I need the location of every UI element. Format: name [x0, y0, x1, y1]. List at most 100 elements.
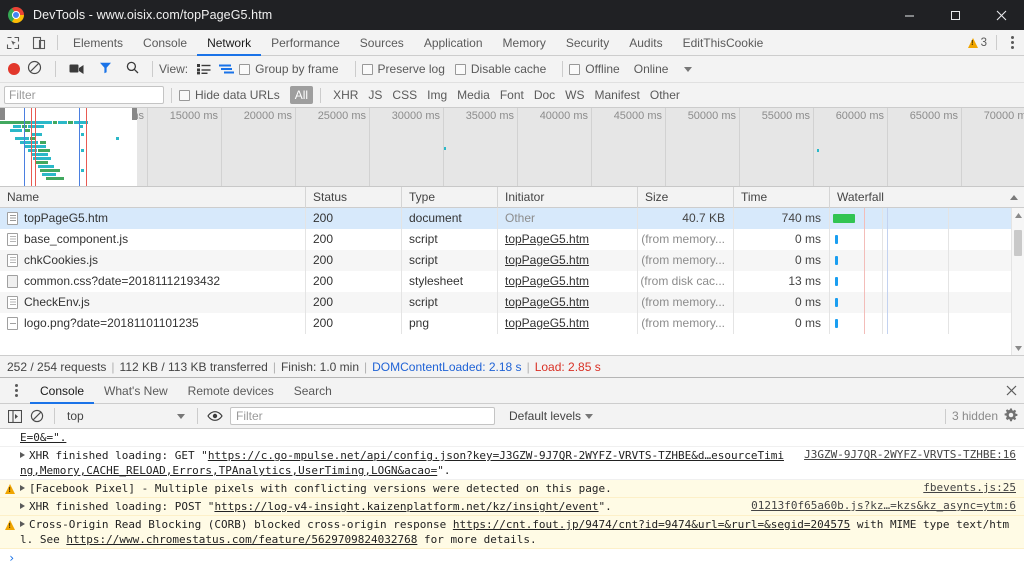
console-log-url-continued[interactable]: ng,Memory,CACHE_RELOAD,Errors,TPAnalytic… — [20, 464, 437, 477]
filter-type-xhr[interactable]: XHR — [328, 86, 363, 104]
waterfall-view-icon[interactable] — [219, 63, 235, 75]
warning-count-indicator[interactable]: 3 — [964, 37, 991, 49]
expand-arrow-icon[interactable] — [20, 503, 25, 509]
tab-application[interactable]: Application — [414, 30, 493, 56]
console-log-levels-dropdown[interactable]: Default levels — [509, 409, 594, 423]
table-row[interactable]: topPageG5.htm 200 document Other 40.7 KB… — [0, 208, 1024, 229]
offline-checkbox[interactable]: Offline — [569, 62, 620, 76]
console-clipped-text[interactable]: E=0&=". — [20, 431, 66, 444]
clear-console-icon[interactable] — [26, 405, 48, 427]
console-message-log-2[interactable]: XHR finished loading: POST "https://log-… — [0, 498, 1024, 516]
console-message-corb-warning[interactable]: Cross-Origin Read Blocking (CORB) blocke… — [0, 516, 1024, 549]
inspect-element-icon[interactable] — [0, 30, 26, 56]
close-button[interactable] — [978, 0, 1024, 30]
console-log-url[interactable]: https://log-v4-insight.kaizenplatform.ne… — [214, 500, 598, 513]
table-row[interactable]: common.css?date=20181112193432 200 style… — [0, 271, 1024, 292]
tab-audits[interactable]: Audits — [619, 30, 672, 56]
request-initiator-link[interactable]: topPageG5.htm — [505, 232, 589, 246]
tab-editthiscookie[interactable]: EditThisCookie — [673, 30, 774, 56]
drawer-tab-search[interactable]: Search — [284, 378, 342, 404]
filter-type-img[interactable]: Img — [422, 86, 452, 104]
column-header-type[interactable]: Type — [402, 186, 498, 208]
drawer-tab-whats-new[interactable]: What's New — [94, 378, 178, 404]
table-row[interactable]: CheckEnv.js 200 script topPageG5.htm (fr… — [0, 292, 1024, 313]
tab-security[interactable]: Security — [556, 30, 619, 56]
filter-type-css[interactable]: CSS — [387, 86, 422, 104]
tab-sources[interactable]: Sources — [350, 30, 414, 56]
console-message-source[interactable]: 01213f0f65a60b.js?kz…=kzs&kz_async=ytm:6 — [751, 499, 1016, 512]
preserve-log-checkbox[interactable]: Preserve log — [361, 62, 445, 76]
expand-arrow-icon[interactable] — [20, 485, 25, 491]
console-log-url[interactable]: https://c.go-mpulse.net/api/config.json?… — [208, 449, 784, 462]
maximize-button[interactable] — [932, 0, 978, 30]
filter-type-other[interactable]: Other — [645, 86, 685, 104]
list-view-icon[interactable] — [197, 63, 211, 75]
tab-elements[interactable]: Elements — [63, 30, 133, 56]
tab-memory[interactable]: Memory — [493, 30, 556, 56]
console-filter-input[interactable] — [230, 407, 495, 425]
expand-arrow-icon[interactable] — [20, 521, 25, 527]
column-header-initiator[interactable]: Initiator — [498, 186, 638, 208]
column-header-waterfall[interactable]: Waterfall — [830, 187, 1024, 208]
tab-console[interactable]: Console — [133, 30, 197, 56]
column-header-size[interactable]: Size — [638, 186, 734, 208]
filter-type-manifest[interactable]: Manifest — [590, 86, 645, 104]
filter-input[interactable] — [4, 86, 164, 104]
request-initiator-link[interactable]: topPageG5.htm — [505, 274, 589, 288]
more-vertical-icon[interactable] — [6, 380, 26, 402]
disable-cache-checkbox[interactable]: Disable cache — [454, 62, 546, 76]
more-vertical-icon[interactable] — [1002, 32, 1022, 54]
device-toolbar-icon[interactable] — [26, 30, 52, 56]
scroll-up-icon[interactable] — [1012, 208, 1024, 222]
live-expression-icon[interactable] — [204, 405, 226, 427]
expand-arrow-icon[interactable] — [20, 452, 25, 458]
table-row[interactable]: base_component.js 200 script topPageG5.h… — [0, 229, 1024, 250]
clear-network-log-icon[interactable] — [27, 60, 45, 78]
console-message-warning[interactable]: [Facebook Pixel] - Multiple pixels with … — [0, 480, 1024, 498]
column-header-status[interactable]: Status — [306, 186, 402, 208]
execution-context-dropdown[interactable]: top — [61, 409, 191, 423]
request-table-scrollbar[interactable] — [1011, 208, 1024, 355]
console-message-log[interactable]: XHR finished loading: GET "https://c.go-… — [0, 447, 1024, 480]
column-header-time[interactable]: Time — [734, 186, 830, 208]
overview-window-handle-right[interactable] — [132, 108, 137, 120]
filter-type-js[interactable]: JS — [363, 86, 387, 104]
capture-screenshots-icon[interactable] — [69, 62, 85, 77]
table-row[interactable]: chkCookies.js 200 script topPageG5.htm (… — [0, 250, 1024, 271]
search-icon[interactable] — [126, 61, 139, 77]
table-row[interactable]: logo.png?date=20181101101235 200 png top… — [0, 313, 1024, 334]
request-initiator-link[interactable]: topPageG5.htm — [505, 253, 589, 267]
tab-performance[interactable]: Performance — [261, 30, 350, 56]
console-message-source[interactable]: fbevents.js:25 — [923, 481, 1016, 494]
console-prompt[interactable]: › — [0, 549, 1024, 565]
filter-type-ws[interactable]: WS — [560, 86, 589, 104]
filter-type-all[interactable]: All — [289, 86, 314, 104]
scroll-down-icon[interactable] — [1012, 341, 1024, 355]
console-message-clipped[interactable]: E=0&=". — [0, 429, 1024, 447]
filter-funnel-icon[interactable] — [99, 61, 112, 77]
overview-window-handle-left[interactable] — [0, 108, 5, 120]
filter-type-media[interactable]: Media — [452, 86, 495, 104]
column-header-name[interactable]: Name — [0, 186, 306, 208]
group-by-frame-checkbox[interactable]: Group by frame — [239, 62, 339, 76]
console-sidebar-icon[interactable] — [4, 405, 26, 427]
filter-type-doc[interactable]: Doc — [529, 86, 560, 104]
drawer-tab-console[interactable]: Console — [30, 378, 94, 404]
throttling-dropdown[interactable]: Online — [634, 62, 693, 76]
network-filter-bar: Hide data URLs All XHR JS CSS Img Media … — [0, 83, 1024, 108]
filter-type-font[interactable]: Font — [495, 86, 529, 104]
request-initiator-link[interactable]: topPageG5.htm — [505, 316, 589, 330]
drawer-tab-remote-devices[interactable]: Remote devices — [178, 378, 284, 404]
hide-data-urls-checkbox[interactable]: Hide data URLs — [179, 88, 280, 102]
console-message-source[interactable]: J3GZW-9J7QR-2WYFZ-VRVTS-TZHBE:16 — [804, 448, 1016, 461]
scrollbar-thumb[interactable] — [1014, 230, 1022, 256]
record-button-icon[interactable] — [8, 63, 20, 75]
gear-icon[interactable] — [1004, 408, 1018, 425]
close-icon[interactable] — [998, 378, 1024, 404]
network-overview-timeline[interactable]: 5000 ms 10000 ms 15000 ms 20000 ms 25000… — [0, 108, 1024, 187]
console-warning-url[interactable]: https://cnt.fout.jp/9474/cnt?id=9474&url… — [453, 518, 850, 531]
minimize-button[interactable] — [886, 0, 932, 30]
tab-network[interactable]: Network — [197, 30, 261, 56]
console-warning-url-2[interactable]: https://www.chromestatus.com/feature/562… — [66, 533, 417, 546]
request-initiator-link[interactable]: topPageG5.htm — [505, 295, 589, 309]
